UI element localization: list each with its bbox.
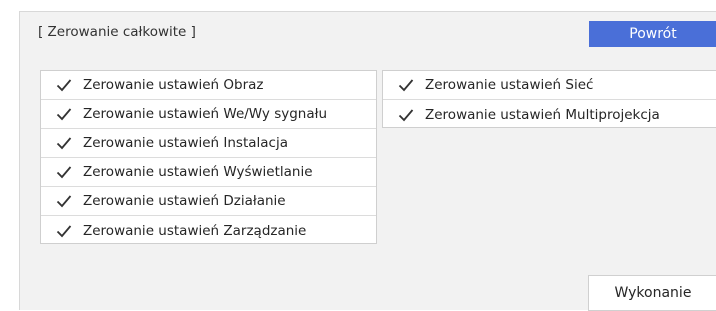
reset-option-label: Zerowanie ustawień Sieć [425, 77, 594, 93]
reset-option-item[interactable]: Zerowanie ustawień Działanie [41, 187, 376, 216]
reset-option-label: Zerowanie ustawień Instalacja [83, 135, 288, 151]
reset-option-item[interactable]: Zerowanie ustawień Sieć [383, 71, 716, 100]
checkmark-icon [56, 224, 72, 237]
reset-options-right-list: Zerowanie ustawień Sieć Zerowanie ustawi… [382, 70, 716, 128]
reset-option-label: Zerowanie ustawień Zarządzanie [83, 222, 307, 239]
back-button[interactable]: Powrót [589, 21, 716, 47]
reset-option-label: Zerowanie ustawień Działanie [83, 193, 286, 209]
reset-option-label: Zerowanie ustawień Obraz [83, 77, 264, 93]
panel-title: [ Zerowanie całkowite ] [38, 24, 196, 40]
checkmark-icon [56, 108, 72, 121]
reset-option-item[interactable]: Zerowanie ustawień Wyświetlanie [41, 158, 376, 187]
reset-option-label: Zerowanie ustawień We/Wy sygnału [83, 106, 328, 122]
reset-all-panel: [ Zerowanie całkowite ] Powrót Zerowanie… [19, 11, 716, 311]
checkmark-icon [56, 137, 72, 150]
reset-option-item[interactable]: Zerowanie ustawień We/Wy sygnału [41, 100, 376, 129]
reset-option-item[interactable]: Zerowanie ustawień Obraz [41, 71, 376, 100]
execute-button[interactable]: Wykonanie [588, 275, 716, 311]
reset-option-item[interactable]: Zerowanie ustawień Zarządzanie [41, 216, 376, 245]
checkmark-icon [56, 79, 72, 92]
reset-options-left-list: Zerowanie ustawień Obraz Zerowanie ustaw… [40, 70, 377, 244]
checkmark-icon [398, 108, 414, 121]
reset-option-label: Zerowanie ustawień Wyświetlanie [83, 164, 313, 180]
checkmark-icon [56, 166, 72, 179]
reset-option-item[interactable]: Zerowanie ustawień Multiprojekcja [383, 100, 716, 129]
checkmark-icon [56, 195, 72, 208]
reset-option-item[interactable]: Zerowanie ustawień Instalacja [41, 129, 376, 158]
checkmark-icon [398, 79, 414, 92]
reset-option-label: Zerowanie ustawień Multiprojekcja [425, 106, 660, 123]
